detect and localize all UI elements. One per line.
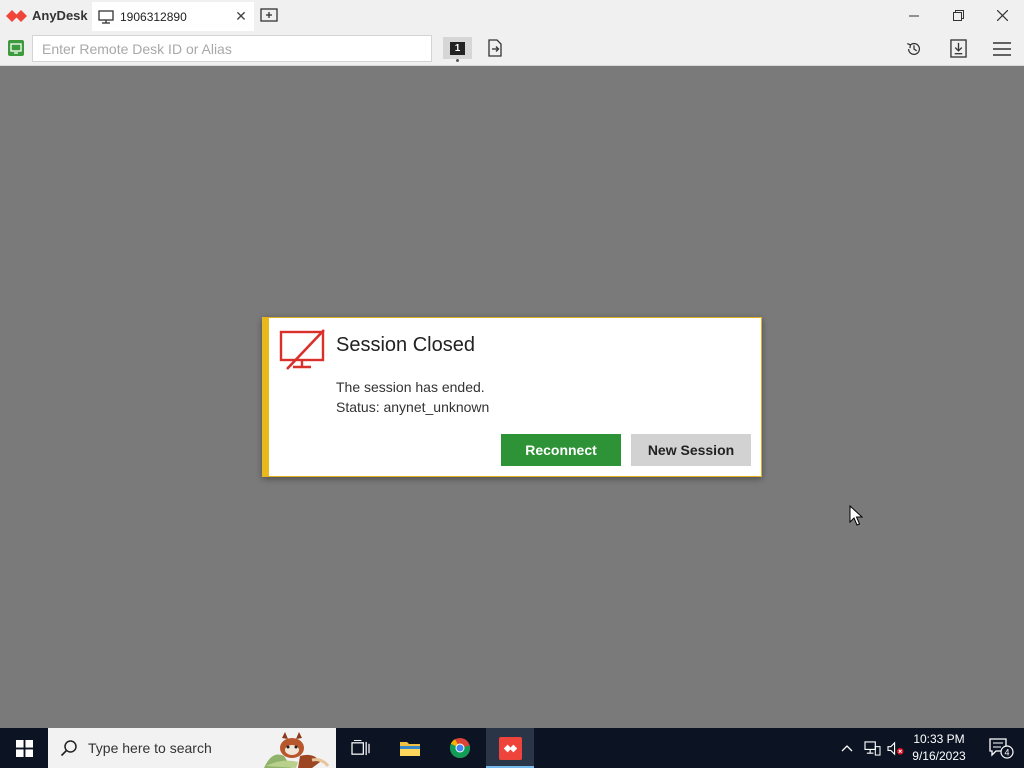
minimize-icon[interactable] bbox=[892, 0, 936, 31]
file-transfer-icon[interactable] bbox=[486, 39, 504, 57]
address-toolbar: 1 bbox=[0, 31, 1024, 66]
dialog-title: Session Closed bbox=[336, 334, 475, 356]
search-placeholder: Type here to search bbox=[88, 740, 212, 756]
restore-icon[interactable] bbox=[936, 0, 980, 31]
taskbar: Type here to search 10:33 PM 9/16/2023 4 bbox=[0, 728, 1024, 768]
anydesk-taskbar-icon[interactable] bbox=[486, 728, 534, 768]
title-bar: AnyDesk 1906312890 ✕ bbox=[0, 0, 1024, 31]
menu-icon[interactable] bbox=[980, 31, 1024, 66]
tab-label: 1906312890 bbox=[120, 9, 187, 24]
windows-start-icon[interactable] bbox=[0, 728, 48, 768]
mouse-pointer-icon bbox=[849, 504, 864, 527]
network-icon[interactable] bbox=[860, 728, 884, 768]
dialog-message: The session has ended. bbox=[336, 379, 485, 395]
remote-address-input[interactable] bbox=[32, 35, 432, 62]
connection-status-icon[interactable] bbox=[8, 40, 24, 56]
volume-muted-icon[interactable] bbox=[884, 728, 906, 768]
monitor-select-button[interactable]: 1 bbox=[443, 37, 472, 62]
app-brand: AnyDesk bbox=[0, 0, 92, 31]
chrome-icon[interactable] bbox=[436, 728, 484, 768]
close-window-icon[interactable] bbox=[980, 0, 1024, 31]
taskbar-search-box[interactable]: Type here to search bbox=[48, 728, 336, 768]
file-explorer-icon[interactable] bbox=[386, 728, 434, 768]
clock-date: 9/16/2023 bbox=[912, 749, 966, 763]
session-closed-dialog: Session Closed The session has ended. St… bbox=[262, 317, 762, 477]
clock-time: 10:33 PM bbox=[913, 732, 965, 746]
history-icon[interactable] bbox=[892, 31, 936, 66]
session-tab[interactable]: 1906312890 ✕ bbox=[92, 2, 254, 31]
monitor-indicator-dot bbox=[456, 59, 459, 62]
toolbar-right bbox=[892, 31, 1024, 66]
window-controls bbox=[892, 0, 1024, 31]
dialog-status: Status: anynet_unknown bbox=[336, 399, 490, 415]
search-icon bbox=[60, 739, 78, 757]
session-closed-icon bbox=[278, 329, 326, 371]
new-session-button[interactable]: New Session bbox=[631, 434, 751, 466]
monitor-number: 1 bbox=[450, 41, 465, 55]
system-clock[interactable]: 10:33 PM 9/16/2023 bbox=[906, 731, 972, 765]
close-tab-icon[interactable]: ✕ bbox=[228, 8, 254, 25]
notification-center-icon[interactable]: 4 bbox=[978, 728, 1024, 768]
search-highlight-image bbox=[262, 728, 332, 768]
show-hidden-icons-chevron-icon[interactable] bbox=[836, 728, 858, 768]
app-name: AnyDesk bbox=[32, 8, 88, 23]
task-view-icon[interactable] bbox=[336, 728, 384, 768]
monitor-icon bbox=[98, 9, 114, 24]
new-tab-icon[interactable] bbox=[260, 7, 278, 23]
reconnect-button[interactable]: Reconnect bbox=[501, 434, 621, 466]
notification-count: 4 bbox=[1004, 748, 1009, 758]
anydesk-logo-icon bbox=[6, 9, 27, 22]
install-download-icon[interactable] bbox=[936, 31, 980, 66]
